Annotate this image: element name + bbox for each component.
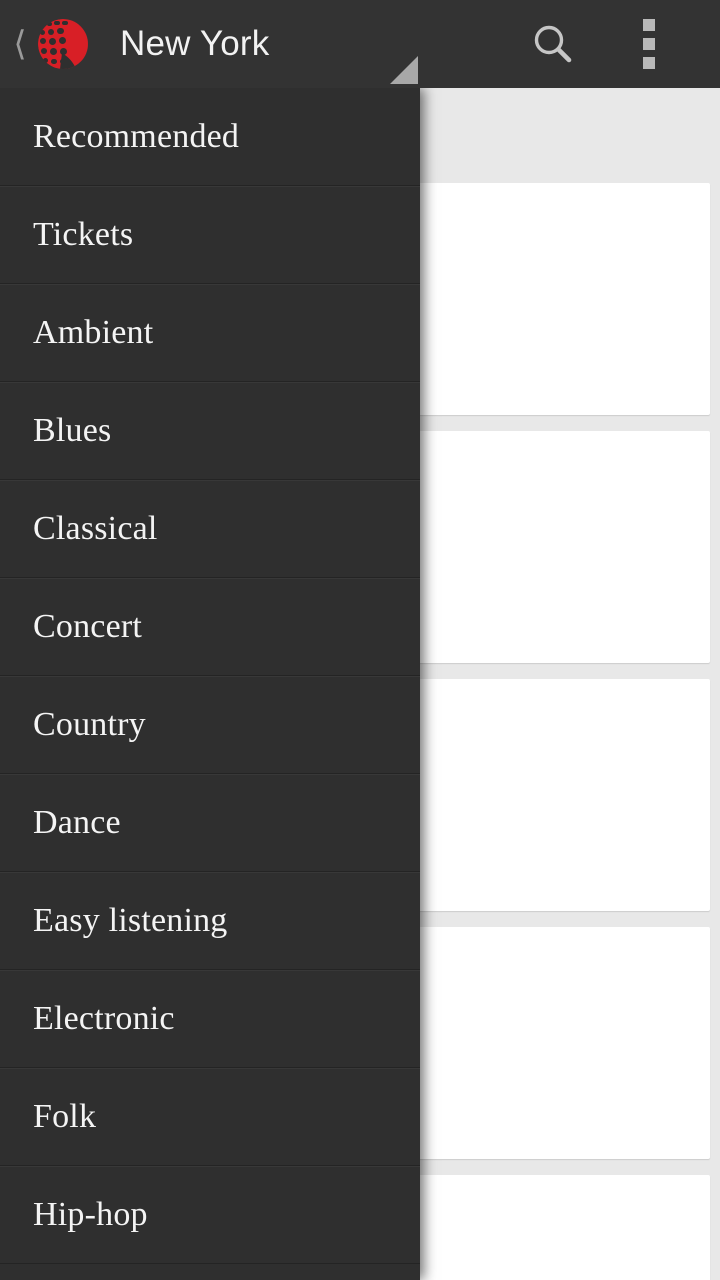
drawer-item-label: Easy listening — [33, 902, 228, 939]
drawer-item-label: Classical — [33, 510, 158, 547]
drawer-item-recommended[interactable]: Recommended — [0, 88, 420, 186]
drawer-item-easy-listening[interactable]: Easy listening — [0, 872, 420, 970]
drawer-item-ambient[interactable]: Ambient — [0, 284, 420, 382]
drawer-item-electronic[interactable]: Electronic — [0, 970, 420, 1068]
drawer-item-label: Recommended — [33, 117, 240, 155]
drawer-item-concert[interactable]: Concert — [0, 578, 420, 676]
drawer-item-country[interactable]: Country — [0, 676, 420, 774]
back-chevron-icon[interactable]: ⟨ — [0, 0, 34, 88]
drawer-item-dance[interactable]: Dance — [0, 774, 420, 872]
drawer-item-classical[interactable]: Classical — [0, 480, 420, 578]
drawer-item-hip-hop[interactable]: Hip-hop — [0, 1166, 420, 1264]
drawer-handle-triangle-icon[interactable] — [390, 56, 418, 84]
drawer-item-blues[interactable]: Blues — [0, 382, 420, 480]
overflow-dot — [643, 19, 655, 31]
drawer-item-label: Electronic — [33, 1000, 175, 1037]
overflow-dot — [643, 57, 655, 69]
overflow-dots — [643, 19, 655, 69]
drawer-item-label: Tickets — [33, 216, 134, 253]
drawer-item-list: Recommended Tickets Ambient Blues Classical C… — [0, 88, 420, 1264]
overflow-dot — [643, 38, 655, 50]
drawer-item-label: Concert — [33, 608, 143, 645]
drawer-item-label: Country — [33, 706, 146, 743]
action-bar: ⟨ New York — [0, 0, 720, 88]
app-root: Heut 02:00UnioGree285 KTickeWSeminars01:… — [0, 0, 720, 1280]
drawer-item-folk[interactable]: Folk — [0, 1068, 420, 1166]
drawer-item-label: Dance — [33, 804, 121, 841]
action-bar-title: New York — [120, 24, 270, 63]
drawer-item-label: Hip-hop — [33, 1196, 148, 1233]
overflow-menu-icon[interactable] — [606, 0, 692, 88]
navigation-drawer[interactable]: Recommended Tickets Ambient Blues Classical C… — [0, 88, 420, 1280]
drawer-item-label: Ambient — [33, 314, 154, 351]
drawer-item-label: Folk — [33, 1098, 97, 1135]
drawer-item-tickets[interactable]: Tickets — [0, 186, 420, 284]
drawer-item-label: Blues — [33, 412, 112, 449]
red-globe-logo-icon[interactable] — [32, 13, 94, 75]
search-icon[interactable] — [510, 0, 596, 88]
